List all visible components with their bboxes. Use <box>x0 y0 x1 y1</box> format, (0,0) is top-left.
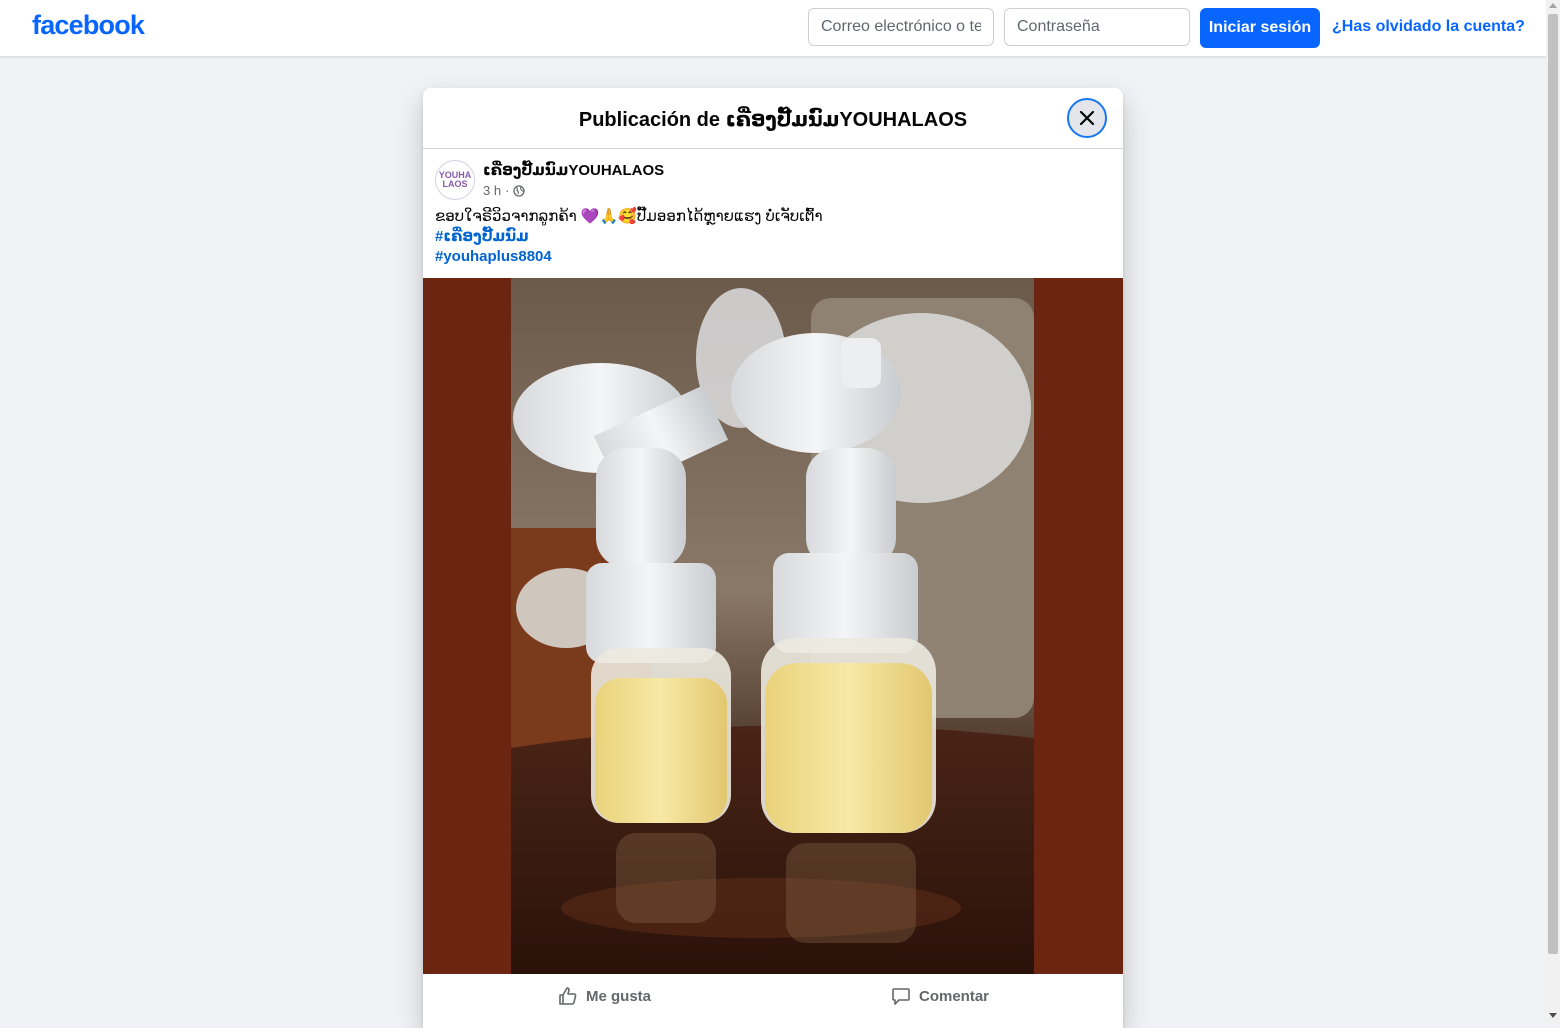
comment-label: Comentar <box>919 987 990 1005</box>
meta-separator: · <box>505 183 510 198</box>
scroll-up-arrow-icon[interactable] <box>1549 3 1557 8</box>
scroll-thumb[interactable] <box>1548 14 1558 954</box>
like-button[interactable]: Me gusta <box>558 982 651 1010</box>
breast-pump-bottles-image <box>511 278 1034 974</box>
post-text: ຂອບໃຈຣີວິວຈາກລູກຄ້າ 💜🙏🥰ປັ໊ມອອກໄດ້ຫຼາຍແຮງ… <box>435 208 823 225</box>
scroll-down-arrow-icon[interactable] <box>1549 1013 1557 1018</box>
post-meta: 3 h · <box>483 183 526 198</box>
thumbs-up-icon <box>559 987 577 1005</box>
post-photo[interactable] <box>511 278 1034 974</box>
post-author[interactable]: ເຄື່ອງປັ໊ມນົມYOUHALAOS <box>483 161 664 179</box>
close-icon <box>1079 110 1095 126</box>
comment-icon <box>892 988 910 1005</box>
hashtag-link[interactable]: #ເຄື່ອງປັ໊ມນົມ <box>435 227 529 245</box>
post-photo-frame[interactable] <box>423 278 1123 974</box>
like-label: Me gusta <box>586 987 652 1005</box>
page-scrollbar[interactable] <box>1546 0 1560 1021</box>
avatar-logo-text-bottom: LAOS <box>442 179 468 189</box>
facebook-logo[interactable]: facebook <box>32 10 145 41</box>
post-time[interactable]: 3 h <box>483 183 501 198</box>
forgot-account-link[interactable]: ¿Has olvidado la cuenta? <box>1332 18 1525 36</box>
globe-icon <box>513 184 526 197</box>
close-button[interactable] <box>1067 98 1107 138</box>
modal-header: Publicación de ເຄື່ອງປັ໊ມນົມYOUHALAOS <box>423 88 1123 149</box>
comment-button[interactable]: Comentar <box>891 982 989 1010</box>
post-modal: Publicación de ເຄື່ອງປັ໊ມນົມYOUHALAOS YO… <box>423 88 1123 1028</box>
email-input[interactable] <box>808 8 994 46</box>
avatar[interactable]: YOUHA LAOS <box>435 160 475 200</box>
post-actions-bar: Me gusta Comentar <box>423 974 1123 1018</box>
modal-title: Publicación de ເຄື່ອງປັ໊ມນົມYOUHALAOS <box>578 109 968 131</box>
password-input[interactable] <box>1004 8 1190 46</box>
hashtag-link[interactable]: #youhaplus8804 <box>435 248 552 265</box>
top-navigation-bar: facebook Iniciar sesión ¿Has olvidado la… <box>0 0 1546 57</box>
login-button[interactable]: Iniciar sesión <box>1200 8 1320 48</box>
